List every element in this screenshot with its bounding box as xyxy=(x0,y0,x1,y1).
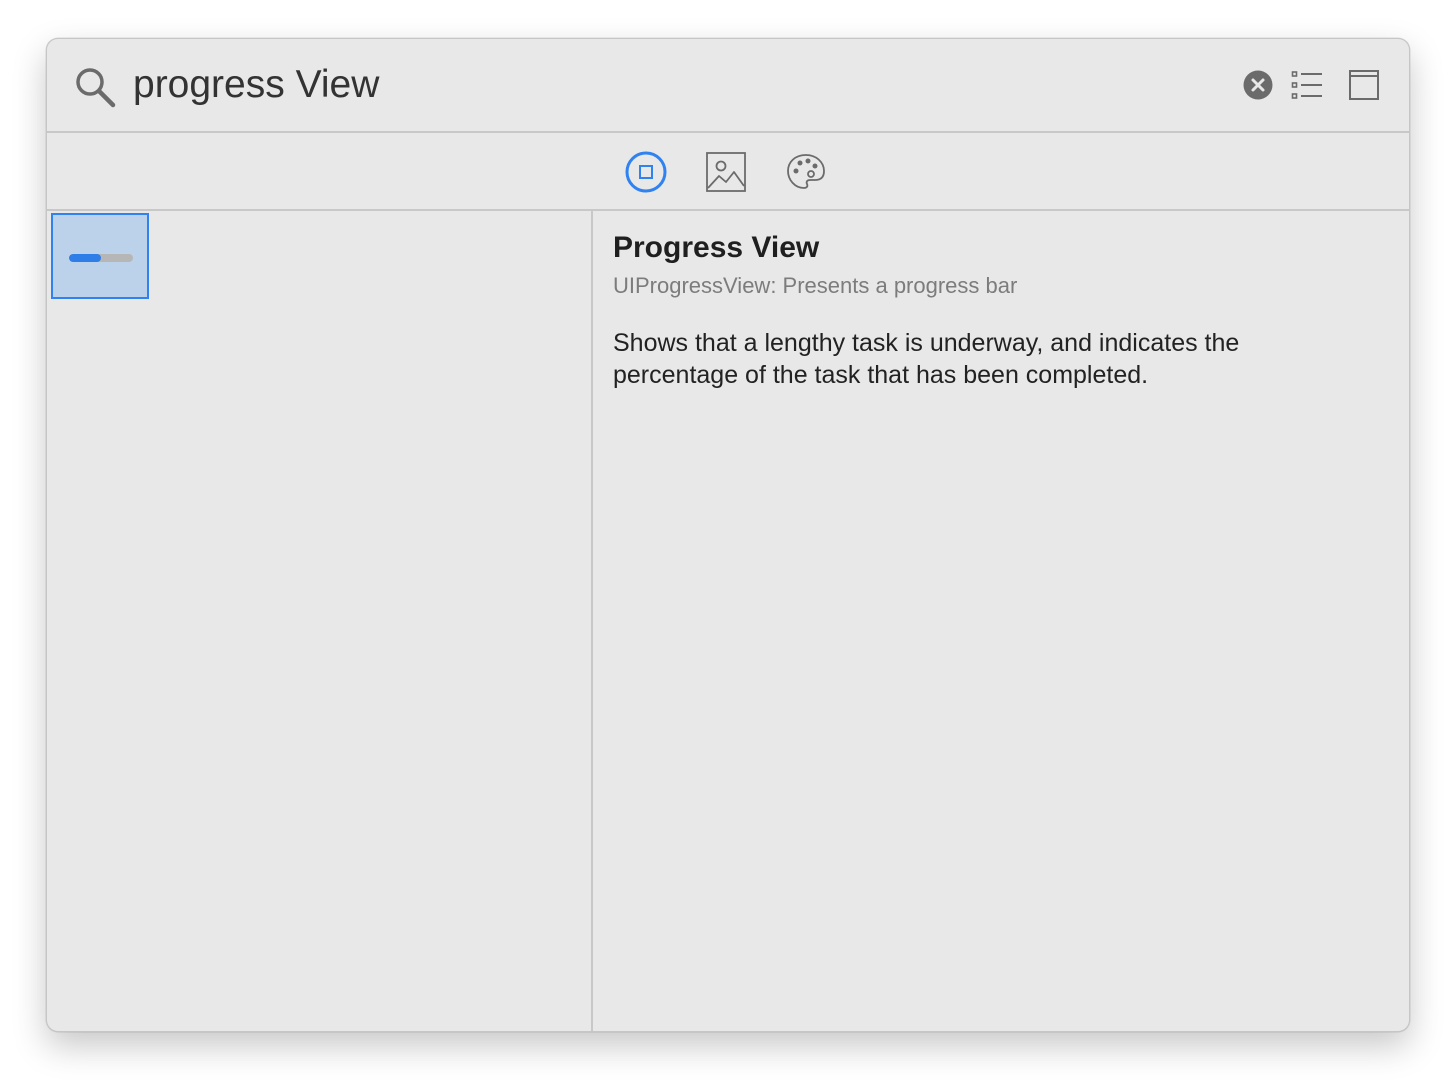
detail-subtitle: UIProgressView: Presents a progress bar xyxy=(613,273,1018,298)
detail-pane: Progress View UIProgressView: Presents a… xyxy=(593,211,1409,1031)
list-view-icon xyxy=(1291,71,1322,99)
clear-search-button[interactable] xyxy=(1243,70,1273,100)
library-tab-bar xyxy=(47,133,1409,211)
tab-objects[interactable] xyxy=(624,150,668,194)
detail-title: Progress View xyxy=(613,231,820,264)
detail-description: Shows that a lengthy task is underway, a… xyxy=(613,329,1240,389)
search-bar xyxy=(47,39,1409,133)
clear-circle-icon xyxy=(1243,70,1273,100)
palette-icon xyxy=(787,154,825,189)
library-item-progress-view[interactable] xyxy=(51,213,149,299)
square-in-circle-icon xyxy=(625,151,667,193)
progress-bar-fill xyxy=(69,254,101,262)
window-layout-icon xyxy=(1349,70,1379,100)
tab-colors[interactable] xyxy=(784,150,828,194)
progress-bar-icon xyxy=(69,254,133,262)
search-input[interactable] xyxy=(133,57,1213,113)
image-icon xyxy=(706,152,746,192)
list-view-button[interactable] xyxy=(1291,69,1323,101)
search-icon xyxy=(76,68,116,108)
tab-media[interactable] xyxy=(704,150,748,194)
library-window: Progress View UIProgressView: Presents a… xyxy=(46,38,1410,1032)
detail-view-button[interactable] xyxy=(1349,69,1379,101)
results-pane xyxy=(47,211,593,1031)
